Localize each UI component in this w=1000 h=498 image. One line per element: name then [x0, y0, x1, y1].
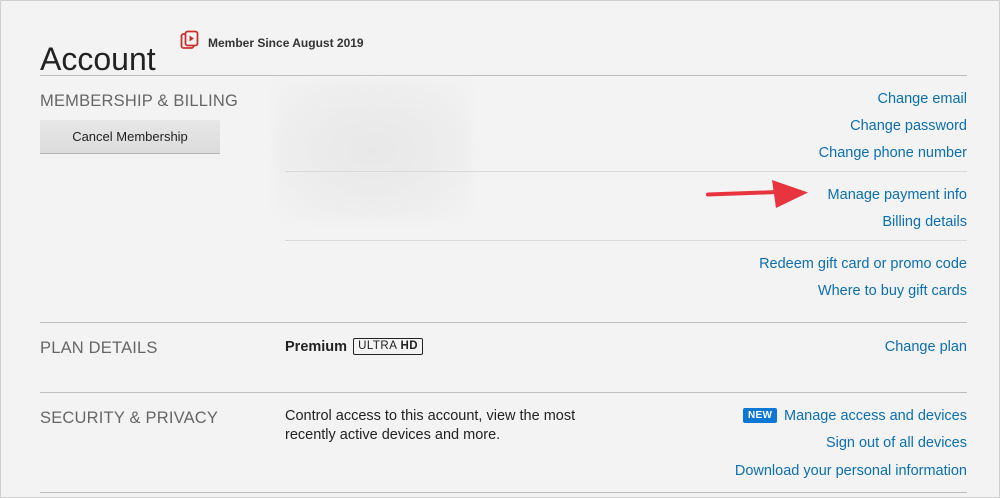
billing-details-link[interactable]: Billing details	[882, 214, 967, 230]
plan-details-title: PLAN DETAILS	[40, 339, 158, 357]
plan-name: Premium	[285, 338, 348, 355]
ultra-hd-badge-light: ULTRA	[358, 340, 401, 352]
security-description: Control access to this account, view the…	[285, 408, 576, 443]
divider	[40, 75, 967, 76]
new-badge: NEW	[743, 408, 778, 423]
page-title: Account	[40, 41, 156, 78]
divider	[40, 492, 967, 493]
membership-billing-title: MEMBERSHIP & BILLING	[40, 92, 239, 110]
change-password-link[interactable]: Change password	[850, 118, 967, 134]
where-to-buy-gift-cards-link[interactable]: Where to buy gift cards	[818, 283, 967, 299]
annotation-arrow-icon	[706, 180, 808, 208]
redeem-gift-card-link[interactable]: Redeem gift card or promo code	[759, 256, 967, 272]
member-since-text: Member Since August 2019	[208, 35, 364, 50]
security-privacy-title: SECURITY & PRIVACY	[40, 409, 219, 427]
change-email-link[interactable]: Change email	[878, 91, 967, 107]
divider	[285, 171, 967, 172]
divider	[285, 240, 967, 241]
plan-info: Premium ULTRA HD	[285, 338, 424, 355]
member-badge-icon	[180, 30, 200, 55]
change-phone-link[interactable]: Change phone number	[819, 145, 967, 161]
cancel-membership-button[interactable]: Cancel Membership	[40, 120, 220, 153]
manage-access-devices-link[interactable]: Manage access and devices	[784, 408, 967, 424]
download-personal-info-link[interactable]: Download your personal information	[735, 463, 967, 479]
divider	[40, 322, 967, 323]
manage-payment-link[interactable]: Manage payment info	[828, 187, 967, 203]
ultra-hd-badge-bold: HD	[400, 340, 419, 352]
change-plan-link[interactable]: Change plan	[885, 339, 967, 355]
ultra-hd-badge: ULTRA HD	[353, 338, 424, 355]
divider	[40, 392, 967, 393]
redacted-account-info	[275, 80, 470, 220]
sign-out-all-devices-link[interactable]: Sign out of all devices	[826, 435, 967, 451]
member-since: Member Since August 2019	[180, 30, 364, 55]
